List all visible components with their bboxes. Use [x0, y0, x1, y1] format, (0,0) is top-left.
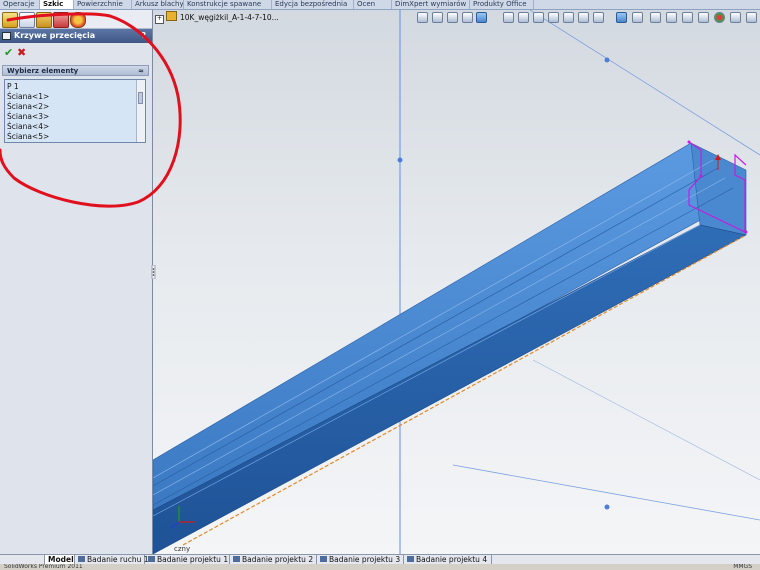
beam-edge-line-4: [153, 187, 734, 506]
tab-ocen[interactable]: Ocen: [354, 0, 392, 9]
plane-edge-line-mid: [532, 359, 760, 481]
motion-study-icon: [78, 556, 85, 562]
plane-edge-line: [529, 10, 760, 156]
axis-point-icon[interactable]: [397, 157, 403, 163]
design-study-icon: [407, 556, 414, 562]
hide-show-icon[interactable]: [616, 12, 627, 23]
realview-icon[interactable]: [730, 12, 741, 23]
status-bar: SolidWorks Premium 2011 MMGS: [0, 564, 760, 570]
plane-point-icon[interactable]: [604, 57, 610, 63]
beam-edge-line-5: [153, 224, 701, 517]
design-study-icon: [233, 556, 240, 562]
zoom-area-icon[interactable]: [432, 12, 443, 23]
edit-appearance-icon[interactable]: [666, 12, 677, 23]
origin-label: czny: [174, 545, 191, 553]
tab-edycja-bezposrednia[interactable]: Edycja bezpośrednia: [272, 0, 354, 9]
display-style-icon[interactable]: [518, 12, 529, 23]
status-units[interactable]: MMGS: [733, 564, 752, 570]
shaded-icon[interactable]: [548, 12, 559, 23]
plane-point-lower-icon[interactable]: [604, 504, 610, 510]
plane-edge-line-lower: [452, 464, 760, 521]
status-product: SolidWorks Premium 2011: [4, 564, 83, 570]
beam-edge-line-2: [153, 167, 719, 487]
appearance-ball-icon[interactable]: [714, 12, 725, 23]
shaded-edges-icon[interactable]: [563, 12, 574, 23]
tab-dimxpert[interactable]: DimXpert wymiarów: [392, 0, 470, 9]
beam-edge-line: [153, 159, 714, 479]
view-settings-icon[interactable]: [698, 12, 709, 23]
display-mode-icon[interactable]: [632, 12, 643, 23]
wireframe-icon[interactable]: [578, 12, 589, 23]
beam-side-face[interactable]: [153, 224, 747, 554]
perspective-icon[interactable]: [650, 12, 661, 23]
view-orientation-icon[interactable]: [503, 12, 514, 23]
hide-lines-icon[interactable]: [533, 12, 544, 23]
more-tools-icon[interactable]: [746, 12, 757, 23]
model-scene[interactable]: [153, 10, 760, 554]
zoom-to-fit-icon[interactable]: [417, 12, 428, 23]
beam-edge-line-3: [153, 177, 726, 496]
scene-icon[interactable]: [682, 12, 693, 23]
tab-produkty-office[interactable]: Produkty Office: [470, 0, 534, 9]
rotate-icon[interactable]: [462, 12, 473, 23]
design-study-icon: [320, 556, 327, 562]
panel-splitter-handle[interactable]: [151, 265, 156, 279]
hidden-lines-icon[interactable]: [593, 12, 604, 23]
design-study-icon: [148, 556, 155, 562]
pan-icon[interactable]: [447, 12, 458, 23]
section-view-icon[interactable]: [476, 12, 487, 23]
red-annotation-circle: [0, 12, 182, 208]
